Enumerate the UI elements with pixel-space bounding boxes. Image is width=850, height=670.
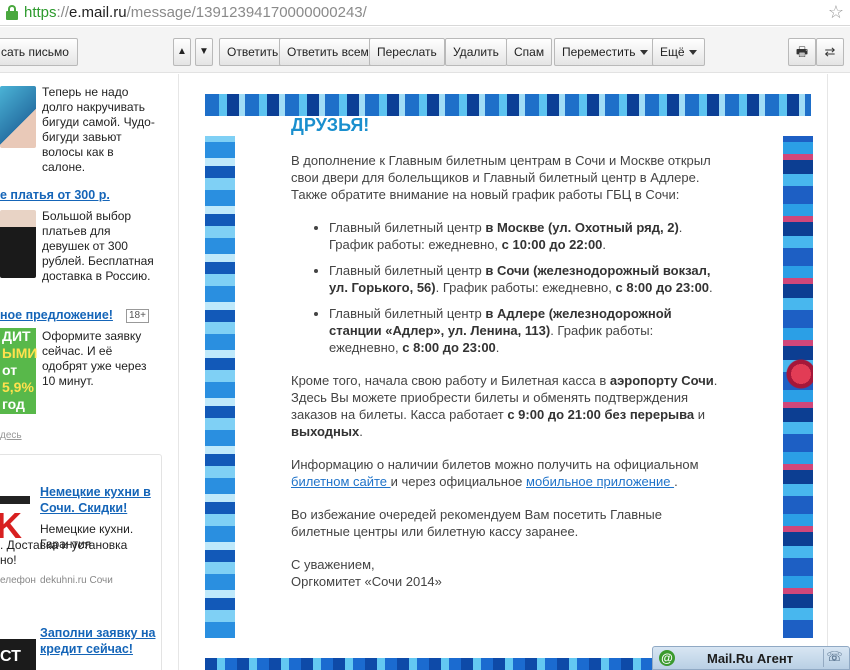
- ticket-site-link[interactable]: билетном сайте: [291, 474, 391, 489]
- more-button[interactable]: Ещё: [652, 38, 705, 66]
- agent-title: Mail.Ru Агент: [707, 651, 794, 666]
- address-bar[interactable]: https://e.mail.ru/message/13912394170000…: [0, 0, 850, 26]
- ad-image[interactable]: K: [0, 496, 30, 544]
- ads-sidebar: Теперь не надо долго накручивать бигуди …: [0, 74, 168, 670]
- email-greeting: ДРУЗЬЯ!: [291, 115, 370, 135]
- ad-description: Большой выбор платьев для девушек от 300…: [42, 209, 154, 283]
- ad-image[interactable]: [0, 86, 36, 148]
- ad-description: Теперь не надо долго накручивать бигуди …: [42, 85, 155, 174]
- translate-button[interactable]: ⇄: [816, 38, 844, 66]
- phone-icon[interactable]: ☏: [823, 649, 845, 667]
- reply-all-button[interactable]: Ответить всем: [279, 38, 377, 66]
- ad-meta-domain[interactable]: dekuhni.ru Сочи: [40, 575, 113, 586]
- ad-title-link[interactable]: е платья от 300 р.: [0, 188, 110, 202]
- move-button[interactable]: Переместить: [554, 38, 656, 66]
- url-text[interactable]: https://e.mail.ru/message/13912394170000…: [24, 4, 367, 21]
- chevron-down-icon: [639, 50, 648, 56]
- chevron-down-icon: [688, 50, 697, 56]
- email-paragraph: Во избежание очередей рекомендуем Вам по…: [291, 507, 662, 539]
- printer-icon: 🖶: [795, 44, 809, 59]
- ad-image[interactable]: [0, 210, 36, 278]
- signature-line: С уважением,: [291, 557, 375, 572]
- list-item: Главный билетный центр в Адлере (железно…: [329, 305, 723, 356]
- email-view: ДРУЗЬЯ! В дополнение к Главным билетным …: [178, 74, 828, 670]
- next-message-button[interactable]: ▼: [195, 38, 213, 66]
- mail-agent-bar[interactable]: @ Mail.Ru Агент ☏: [652, 646, 850, 670]
- ticket-centers-list: Главный билетный центр в Москве (ул. Охо…: [291, 219, 723, 356]
- ad-meta-phone: елефон: [0, 575, 36, 586]
- ad-banner[interactable]: ДИТ ЫМИ от 5,9% год: [0, 328, 37, 414]
- email-content: ДРУЗЬЯ! В дополнение к Главным билетным …: [291, 114, 723, 590]
- decorative-border: [205, 136, 235, 638]
- decorative-flower: [783, 349, 813, 399]
- email-paragraph: Кроме того, начала свою работу и Билетна…: [291, 373, 718, 439]
- spam-button[interactable]: Спам: [506, 38, 553, 66]
- delete-button[interactable]: Удалить: [445, 38, 507, 66]
- compose-button[interactable]: сать письмо: [0, 38, 78, 66]
- signature-line: Оргкомитет «Сочи 2014»: [291, 574, 442, 589]
- ad-title-link[interactable]: Немецкие кухни в Сочи. Скидки!: [40, 484, 158, 516]
- ad-description: но!: [0, 553, 17, 567]
- translate-icon: ⇄: [824, 44, 836, 59]
- email-paragraph: Информацию о наличии билетов можно получ…: [291, 457, 699, 489]
- list-item: Главный билетный центр в Москве (ул. Охо…: [329, 219, 723, 253]
- mail-toolbar: сать письмо ▲ ▼ Ответить Ответить всем П…: [0, 27, 850, 73]
- age-rating-badge: 18+: [126, 309, 149, 323]
- mobile-app-link[interactable]: мобильное приложение: [526, 474, 674, 489]
- ad-image[interactable]: СТ: [0, 639, 36, 670]
- ads-info-link[interactable]: десь: [0, 430, 22, 441]
- forward-button[interactable]: Переслать: [369, 38, 445, 66]
- agent-status-icon: @: [659, 650, 675, 666]
- ad-title-link[interactable]: Заполни заявку на кредит сейчас!: [40, 625, 158, 657]
- prev-message-button[interactable]: ▲: [173, 38, 191, 66]
- ad-title-link[interactable]: ное предложение!: [0, 308, 113, 322]
- lock-icon: [6, 5, 18, 20]
- ad-description: . Доставка и установка: [0, 538, 128, 552]
- email-paragraph: В дополнение к Главным билетным центрам …: [291, 153, 711, 202]
- decorative-border: [205, 94, 811, 116]
- bookmark-star-icon[interactable]: ☆: [828, 2, 844, 23]
- print-button[interactable]: 🖶: [788, 38, 816, 66]
- list-item: Главный билетный центр в Сочи (железнодо…: [329, 262, 723, 296]
- reply-button[interactable]: Ответить: [219, 38, 287, 66]
- ad-description: Оформите заявку сейчас. И её одобрят уже…: [42, 329, 147, 388]
